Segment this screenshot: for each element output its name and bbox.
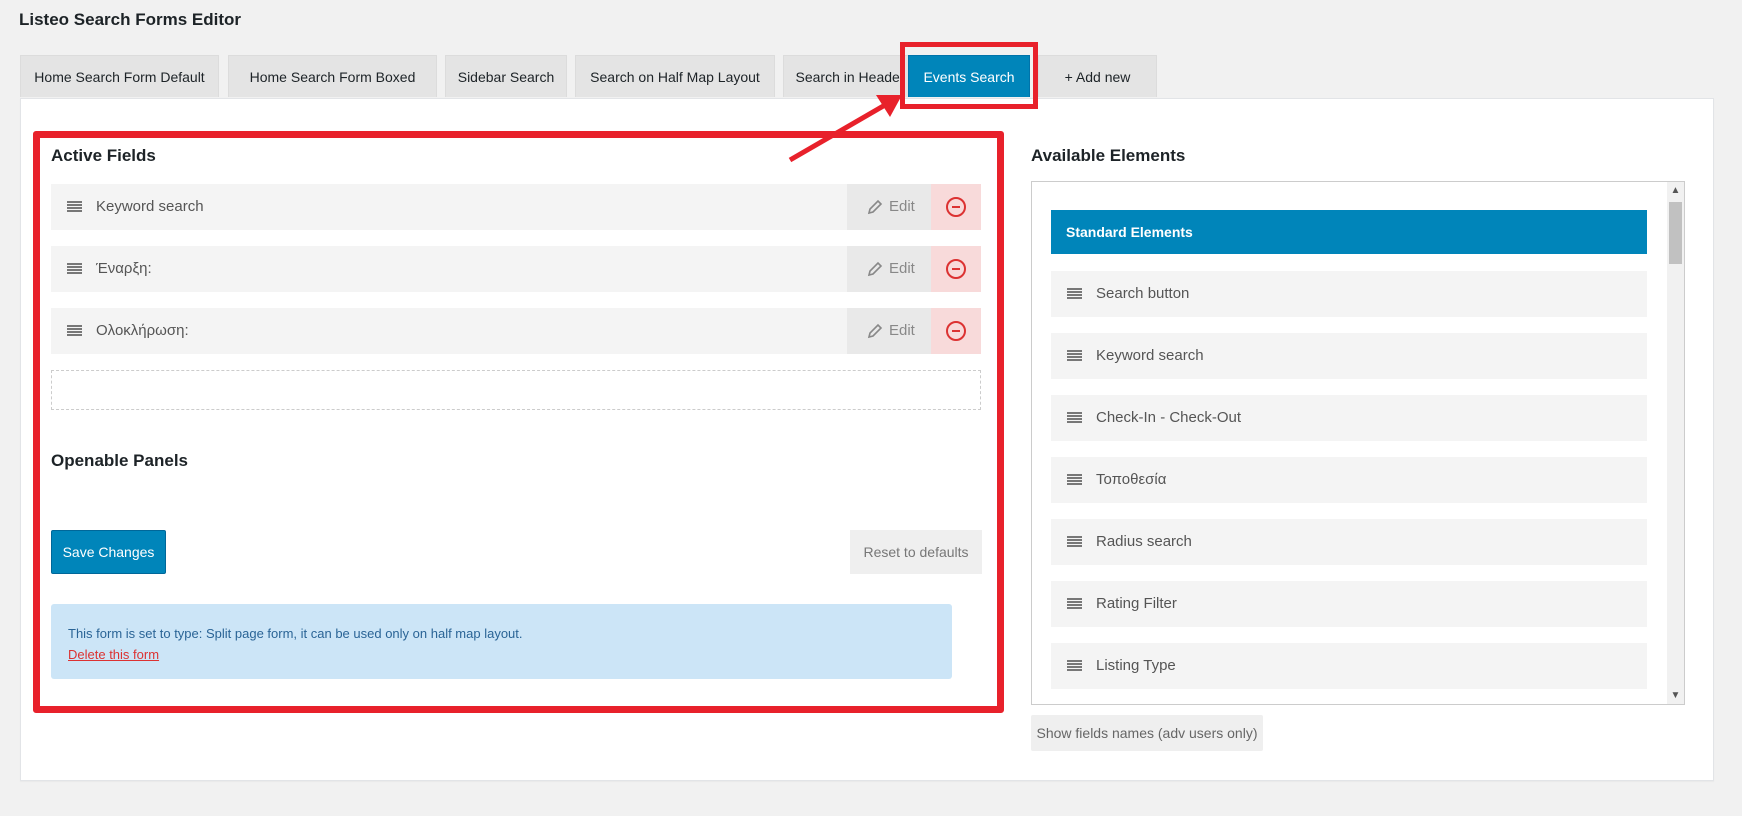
- scroll-up-icon[interactable]: ▲: [1667, 182, 1684, 199]
- list-scrollbar[interactable]: ▲ ▼: [1667, 182, 1684, 704]
- drag-handle-icon[interactable]: [1067, 598, 1082, 610]
- edit-field-button[interactable]: Edit: [847, 246, 931, 292]
- remove-field-button[interactable]: [931, 246, 981, 292]
- active-field-row[interactable]: Ολοκλήρωση: Edit: [51, 308, 981, 354]
- tab-home-search-form-default[interactable]: Home Search Form Default: [20, 55, 219, 97]
- save-changes-button[interactable]: Save Changes: [51, 530, 166, 574]
- edit-field-button[interactable]: Edit: [847, 308, 931, 354]
- minus-circle-icon: [946, 197, 966, 217]
- available-element-label: Search button: [1096, 285, 1190, 302]
- active-fields-title: Active Fields: [51, 146, 156, 165]
- remove-field-button[interactable]: [931, 184, 981, 230]
- delete-form-link[interactable]: Delete this form: [68, 647, 935, 662]
- tab-events-search[interactable]: Events Search: [908, 55, 1030, 97]
- tab-search-on-half-map-layout[interactable]: Search on Half Map Layout: [575, 55, 775, 97]
- scroll-down-icon[interactable]: ▼: [1667, 687, 1684, 704]
- field-drop-zone[interactable]: [51, 370, 981, 410]
- edit-label: Edit: [889, 198, 915, 215]
- active-field-row[interactable]: Keyword search Edit: [51, 184, 981, 230]
- drag-handle-icon[interactable]: [67, 263, 82, 275]
- active-field-label: Ολοκλήρωση:: [96, 322, 189, 339]
- available-element-item[interactable]: Keyword search: [1051, 333, 1647, 379]
- edit-label: Edit: [889, 260, 915, 277]
- tab-add-new[interactable]: + Add new: [1038, 55, 1157, 97]
- active-field-label: Keyword search: [96, 198, 204, 215]
- available-element-label: Check-In - Check-Out: [1096, 409, 1242, 426]
- tab-home-search-form-boxed[interactable]: Home Search Form Boxed: [228, 55, 437, 97]
- remove-field-button[interactable]: [931, 308, 981, 354]
- scroll-thumb[interactable]: [1669, 202, 1682, 264]
- pencil-icon: [867, 261, 883, 277]
- active-field-row[interactable]: Έναρξη: Edit: [51, 246, 981, 292]
- drag-handle-icon[interactable]: [1067, 412, 1082, 424]
- available-element-label: Rating Filter: [1096, 595, 1177, 612]
- drag-handle-icon[interactable]: [67, 325, 82, 337]
- page-title: Listeo Search Forms Editor: [19, 10, 241, 29]
- available-elements-list[interactable]: Standard Elements Search button Keyword …: [1031, 181, 1685, 705]
- edit-field-button[interactable]: Edit: [847, 184, 931, 230]
- drag-handle-icon[interactable]: [1067, 288, 1082, 300]
- openable-panels-title: Openable Panels: [51, 451, 188, 470]
- pencil-icon: [867, 199, 883, 215]
- available-element-label: Listing Type: [1096, 657, 1176, 674]
- notice-text: This form is set to type: Split page for…: [68, 626, 523, 641]
- drag-handle-icon[interactable]: [1067, 350, 1082, 362]
- active-field-label: Έναρξη:: [96, 260, 152, 277]
- reset-to-defaults-button[interactable]: Reset to defaults: [850, 530, 982, 574]
- edit-label: Edit: [889, 322, 915, 339]
- available-element-label: Radius search: [1096, 533, 1192, 550]
- drag-handle-icon[interactable]: [1067, 474, 1082, 486]
- available-element-item[interactable]: Τοποθεσία: [1051, 457, 1647, 503]
- available-element-item[interactable]: Search button: [1051, 271, 1647, 317]
- available-element-item[interactable]: Check-In - Check-Out: [1051, 395, 1647, 441]
- available-element-item[interactable]: Radius search: [1051, 519, 1647, 565]
- drag-handle-icon[interactable]: [67, 201, 82, 213]
- minus-circle-icon: [946, 321, 966, 341]
- available-element-item[interactable]: Rating Filter: [1051, 581, 1647, 627]
- available-element-label: Τοποθεσία: [1096, 471, 1167, 488]
- pencil-icon: [867, 323, 883, 339]
- show-field-names-button[interactable]: Show fields names (adv users only): [1031, 715, 1263, 751]
- form-type-notice: This form is set to type: Split page for…: [51, 604, 952, 679]
- drag-handle-icon[interactable]: [1067, 536, 1082, 548]
- available-element-item[interactable]: Listing Type: [1051, 643, 1647, 689]
- minus-circle-icon: [946, 259, 966, 279]
- drag-handle-icon[interactable]: [1067, 660, 1082, 672]
- tab-sidebar-search[interactable]: Sidebar Search: [445, 55, 567, 97]
- standard-elements-header[interactable]: Standard Elements: [1051, 210, 1647, 254]
- available-elements-title: Available Elements: [1031, 146, 1186, 165]
- available-element-label: Keyword search: [1096, 347, 1204, 364]
- tab-search-in-header[interactable]: Search in Header: [783, 55, 917, 97]
